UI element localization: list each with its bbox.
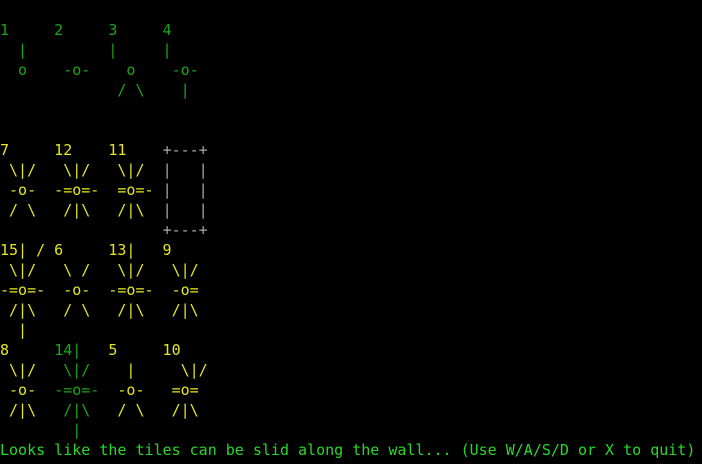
tile-text: 5 10 xyxy=(81,341,181,359)
tile-text: 1 2 3 4 xyxy=(0,21,172,39)
tile-text: | | xyxy=(162,201,208,219)
tile-text: \|/ \|/ \|/ xyxy=(0,161,163,179)
board-row xyxy=(0,120,702,140)
tile-text: -o- -=o=- =o=- xyxy=(0,181,163,199)
board-row: \|/ \|/ | \|/ xyxy=(0,360,702,380)
board-row: \|/ \ / \|/ \|/ xyxy=(0,260,702,280)
board-row: o -o- o -o- xyxy=(0,60,702,80)
board-row: / \ | xyxy=(0,80,702,100)
tile-text: \|/ xyxy=(0,361,55,379)
tile-text: \|/ xyxy=(54,361,91,379)
board-row xyxy=(0,100,702,120)
tile-text: \|/ \ / \|/ \|/ xyxy=(0,261,199,279)
tile-text: 14| xyxy=(54,341,82,359)
board-row: -=o=- -o- -=o=- -o= xyxy=(0,280,702,300)
tile-text: 15| / 6 13| 9 xyxy=(0,241,172,259)
tile-text: 7 12 11 xyxy=(0,141,163,159)
terminal-window: 1 2 3 4 | | | o -o- o -o- / \ | 7 12 11 +… xyxy=(0,0,702,464)
board-row: | xyxy=(0,420,702,440)
board-row: \|/ \|/ \|/ | | xyxy=(0,160,702,180)
board-row: -o- -=o=- -o- =o= xyxy=(0,380,702,400)
board-row: /|\ / \ /|\ /|\ xyxy=(0,300,702,320)
board-row: 1 2 3 4 xyxy=(0,20,702,40)
tile-text: -=o=- -o- -=o=- -o= xyxy=(0,281,199,299)
tile-text: / \ /|\ xyxy=(90,401,199,419)
tile-text: | | xyxy=(162,181,208,199)
tile-text: | | xyxy=(162,161,208,179)
tile-text: | xyxy=(0,321,28,339)
tile-text: / \ /|\ /|\ xyxy=(0,201,163,219)
tile-text: +---+ xyxy=(162,221,208,239)
tile-text xyxy=(0,421,54,439)
tile-text: -=o=- xyxy=(54,381,100,399)
tile-text: | xyxy=(54,421,82,439)
tile-text: -o- xyxy=(0,381,55,399)
board-row: 15| / 6 13| 9 xyxy=(0,240,702,260)
tile-text: / \ | xyxy=(0,81,190,99)
status-message: Looks like the tiles can be slid along t… xyxy=(0,441,696,459)
tile-text: /|\ xyxy=(0,401,55,419)
board-row: -o- -=o=- =o=- | | xyxy=(0,180,702,200)
tile-text xyxy=(0,221,163,239)
tile-text: /|\ xyxy=(54,401,91,419)
tile-text: | | | xyxy=(0,41,172,59)
board-row: | | | xyxy=(0,40,702,60)
tile-text: -o- =o= xyxy=(99,381,199,399)
tile-text: +---+ xyxy=(162,141,208,159)
board-row: 8 14| 5 10 xyxy=(0,340,702,360)
board-row: 7 12 11 +---+ xyxy=(0,140,702,160)
tile-text: /|\ / \ /|\ /|\ xyxy=(0,301,199,319)
board-row: +---+ xyxy=(0,220,702,240)
tile-text: | \|/ xyxy=(90,361,208,379)
board-row: / \ /|\ /|\ | | xyxy=(0,200,702,220)
tile-text: 8 xyxy=(0,341,55,359)
board-row: /|\ /|\ / \ /|\ xyxy=(0,400,702,420)
tile-text: o -o- o -o- xyxy=(0,61,199,79)
board-row: | xyxy=(0,320,702,340)
